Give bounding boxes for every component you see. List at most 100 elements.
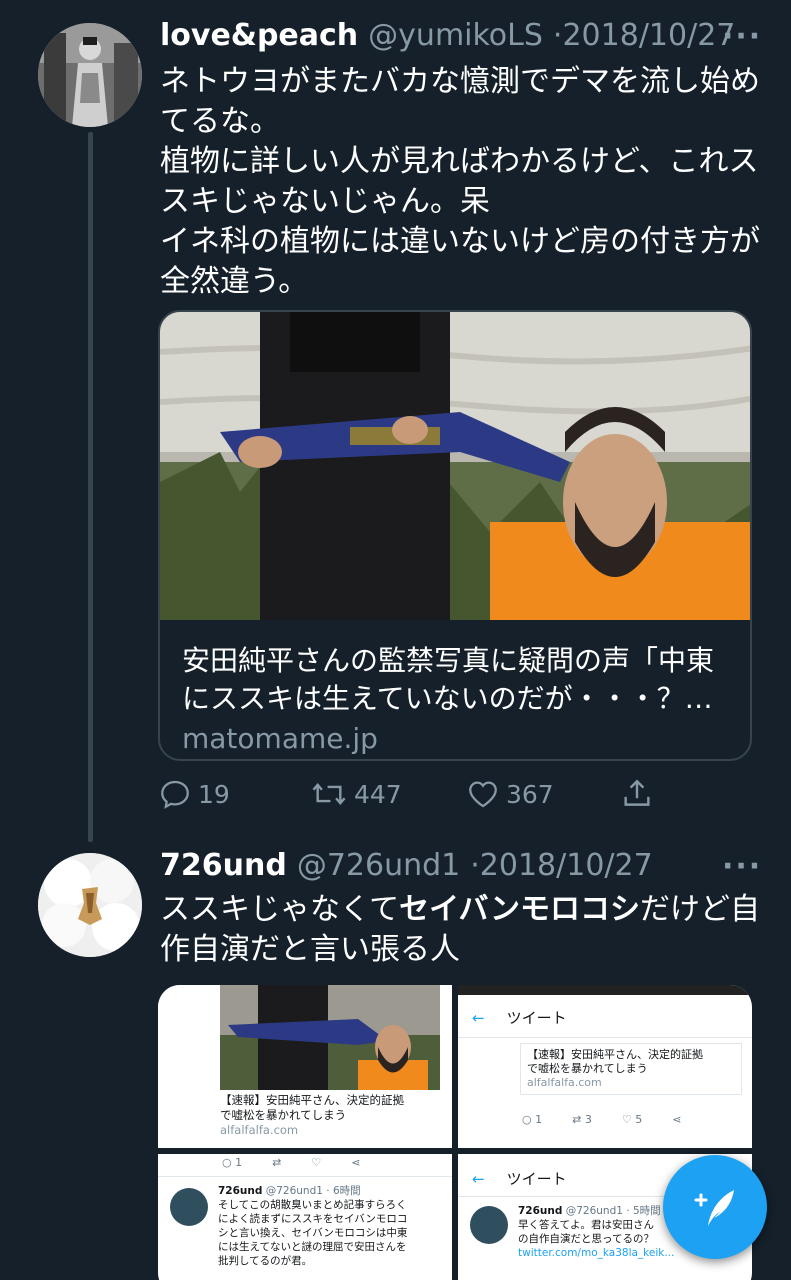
- tweet-date[interactable]: ·2018/10/27: [470, 848, 652, 883]
- tile-2-title-line: で嘘松を暴かれてしまう: [527, 1062, 648, 1075]
- tweet-text-line: ネトウヨがまたバカな憶測でデマを流し始め: [160, 64, 760, 99]
- text-bold-segment: セイバンモロコシ: [399, 892, 641, 927]
- tile-4-header-title: ツイート: [506, 1170, 567, 1188]
- heart-icon: [469, 781, 497, 808]
- tile-1-title-line: で嘘松を暴かれてしまう: [220, 1108, 347, 1122]
- tweet-text-line: スキじゃないじゃん。呆: [160, 184, 490, 219]
- tile-1-domain: alfalfalfa.com: [220, 1123, 299, 1137]
- tile-3-share: ⋖: [351, 1156, 361, 1169]
- status-bar: [458, 985, 752, 995]
- divider: [458, 1037, 752, 1038]
- compose-tweet-button[interactable]: [663, 1155, 767, 1259]
- avatar-726und[interactable]: [38, 853, 142, 957]
- reply-count: 19: [198, 779, 230, 809]
- display-name[interactable]: love&peach: [160, 18, 358, 53]
- date-text: 2018/10/27: [479, 848, 653, 883]
- tile-3-top-actions: ○ 1 ⇄ ♡ ⋖: [222, 1156, 360, 1169]
- tile-3-line: には生えてないと謎の理屈で安田さんを: [218, 1241, 407, 1253]
- tweet-1-text: ネトウヨがまたバカな憶測でデマを流し始め てるな。 植物に詳しい人が見ればわかる…: [160, 62, 760, 302]
- tweet-text-line: 作自演だと言い張る人: [160, 932, 460, 967]
- tweet-text-line: てるな。: [160, 104, 280, 139]
- tile-1-title-line: 【速報】安田純平さん、決定的証拠: [220, 1093, 404, 1107]
- tile-photo-icon: [158, 985, 452, 1090]
- user-handle[interactable]: @726und1: [297, 848, 460, 883]
- tile-4-handle: @726und1 · 5時間: [565, 1205, 661, 1217]
- retweet-count: 447: [354, 779, 402, 809]
- tweet-text-line: 植物に詳しい人が見ればわかるけど、これス: [160, 144, 759, 179]
- tile-4-header: ← ツイート: [472, 1168, 567, 1189]
- timeline-page: love&peach @yumikoLS ·2018/10/27 ··· ネトウ…: [0, 0, 791, 1280]
- tile-3-line: そしてこの胡散臭いまとめ記事すらろく: [218, 1199, 407, 1211]
- user-handle[interactable]: @yumikoLS: [368, 18, 543, 53]
- thread-connector-line: [88, 132, 93, 842]
- card-photo-icon: [160, 312, 750, 620]
- tile-3-retweet: ⇄: [272, 1156, 282, 1169]
- compose-feather-icon: [694, 1190, 734, 1226]
- tweet-2-text: ススキじゃなくてセイバンモロコシだけど自 作自演だと言い張る人: [160, 890, 760, 970]
- tile-2-header: ← ツイート: [472, 1007, 567, 1028]
- tile-2-title-line: 【速報】安田純平さん、決定的証拠: [527, 1048, 703, 1061]
- more-options-icon[interactable]: ···: [722, 22, 762, 52]
- display-name[interactable]: 726und: [160, 848, 287, 883]
- media-tile-2[interactable]: ← ツイート 【速報】安田純平さん、決定的証拠 で嘘松を暴かれてしまう alfa…: [458, 985, 752, 1148]
- avatar-flower-icon: [38, 853, 142, 957]
- link-preview-card[interactable]: 安田純平さんの監禁写真に疑問の声「中東 にススキは生えていないのだが・・・？… …: [158, 310, 752, 761]
- share-button[interactable]: [620, 777, 654, 811]
- tile-3-reply-count: 1: [235, 1156, 243, 1169]
- retweet-button[interactable]: 447: [310, 777, 402, 811]
- tweet-2-header: 726und @726und1 ·2018/10/27: [160, 848, 653, 883]
- media-tile-1[interactable]: 【速報】安田純平さん、決定的証拠 で嘘松を暴かれてしまう alfalfalfa.…: [158, 985, 452, 1148]
- tweet-text-line: ススキじゃなくてセイバンモロコシだけど自: [160, 890, 760, 930]
- tweet-date[interactable]: ·2018/10/27: [553, 18, 735, 53]
- card-domain: matomame.jp: [182, 722, 378, 755]
- tile-3-line: によく読まずにススキをセイバンモロコ: [218, 1213, 408, 1225]
- avatar-love-peach[interactable]: [38, 23, 142, 127]
- tile-3-tweet: 726und @726und1 · 6時間 そしてこの胡散臭いまとめ記事すらろく…: [218, 1184, 448, 1268]
- tweet-2-media-grid[interactable]: 【速報】安田純平さん、決定的証拠 で嘘松を暴かれてしまう alfalfalfa.…: [158, 985, 752, 1280]
- tile-3-reply: ○ 1: [222, 1156, 243, 1169]
- tile-3-name: 726und: [218, 1185, 263, 1197]
- separator-dot: ·: [470, 848, 480, 883]
- tile-2-domain: alfalfalfa.com: [527, 1076, 602, 1089]
- tweet-text-line: イネ科の植物には違いないけど房の付き方が: [160, 224, 760, 259]
- like-count: 367: [506, 779, 554, 809]
- text-segment: ススキじゃなくて: [160, 892, 400, 927]
- tile-3-line: シと言い換え、セイバンモロコシは中東: [218, 1227, 408, 1239]
- tile-2-header-title: ツイート: [506, 1009, 567, 1027]
- back-arrow-icon: ←: [472, 1169, 485, 1188]
- divider: [158, 1176, 452, 1177]
- tile-3-header: 726und @726und1 · 6時間: [218, 1184, 448, 1198]
- like-button[interactable]: 367: [466, 777, 554, 811]
- tile-2-reply: ○ 1: [522, 1113, 543, 1126]
- tile-3-handle: @726und1 · 6時間: [265, 1185, 361, 1197]
- tile-4-name: 726und: [518, 1205, 563, 1217]
- card-image: [160, 312, 750, 620]
- avatar-photo-icon: [38, 23, 142, 127]
- tile-2-card: 【速報】安田純平さん、決定的証拠 で嘘松を暴かれてしまう alfalfalfa.…: [520, 1043, 742, 1095]
- reply-button[interactable]: 19: [158, 777, 230, 811]
- tile-3-avatar: [170, 1188, 208, 1226]
- date-text: 2018/10/27: [562, 18, 736, 53]
- more-options-icon[interactable]: ···: [722, 852, 762, 882]
- tile-2-retweet: ⇄ 3: [572, 1113, 592, 1126]
- back-arrow-icon: ←: [472, 1008, 485, 1027]
- media-tile-3[interactable]: ○ 1 ⇄ ♡ ⋖ 726und @726und1 · 6時間 そしてこの胡散臭…: [158, 1154, 452, 1280]
- tile-2-like: ♡ 5: [621, 1113, 643, 1126]
- tweet-1-actions: 19 447 367: [158, 777, 658, 817]
- card-title-line: 安田純平さんの監禁写真に疑問の声「中東: [182, 644, 715, 677]
- card-title: 安田純平さんの監禁写真に疑問の声「中東 にススキは生えていないのだが・・・？…: [182, 642, 728, 718]
- share-icon: [624, 779, 650, 806]
- retweet-icon: [312, 782, 346, 806]
- card-title-line: にススキは生えていないのだが・・・？…: [182, 682, 713, 715]
- tile-3-like: ♡: [311, 1156, 322, 1169]
- tile-2-reply-count: 1: [535, 1113, 543, 1126]
- tweet-1-header: love&peach @yumikoLS ·2018/10/27: [160, 18, 735, 53]
- card-body: 安田純平さんの監禁写真に疑問の声「中東 にススキは生えていないのだが・・・？… …: [160, 620, 750, 758]
- tile-1-card: 【速報】安田純平さん、決定的証拠 で嘘松を暴かれてしまう alfalfalfa.…: [220, 1093, 446, 1138]
- tile-2-retweet-count: 3: [584, 1113, 592, 1126]
- tile-3-line: 批判してるのが君。: [218, 1255, 313, 1267]
- tile-4-avatar: [470, 1206, 508, 1244]
- tile-2-share: ⋖: [672, 1113, 682, 1126]
- tweet-text-line: 全然違う。: [160, 264, 309, 299]
- tile-2-like-count: 5: [635, 1113, 643, 1126]
